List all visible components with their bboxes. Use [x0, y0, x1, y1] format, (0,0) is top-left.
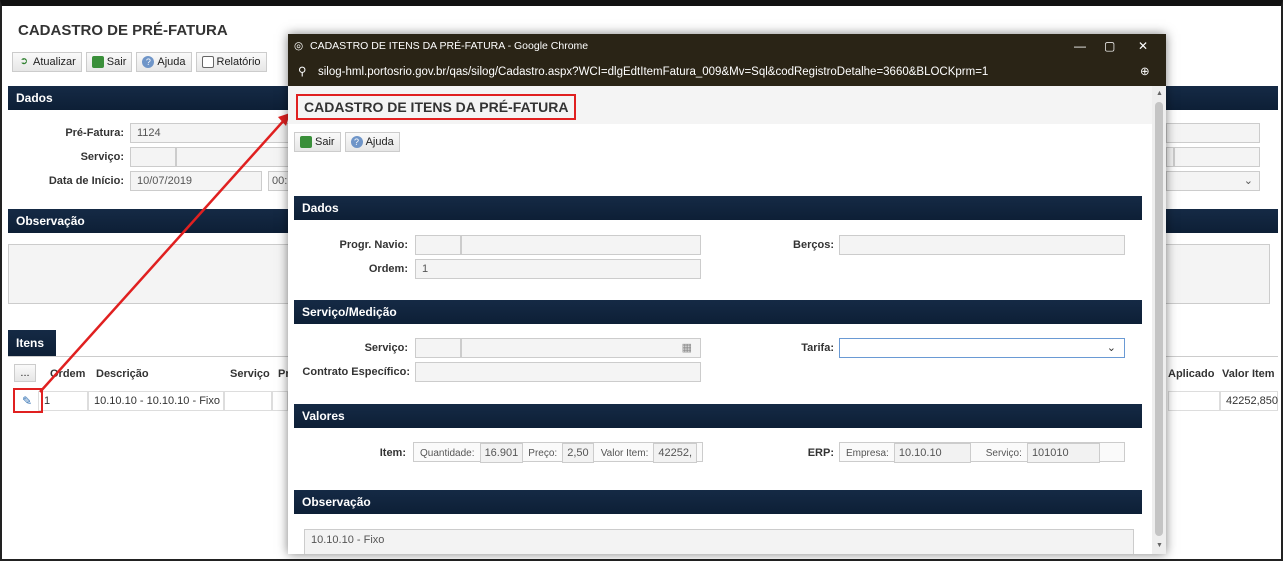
site-info-icon[interactable]: ⚲: [298, 58, 306, 86]
erp-servico-label: Serviço:: [985, 448, 1022, 459]
tarifa-label: Tarifa:: [801, 342, 834, 354]
popup-help-button[interactable]: ? Ajuda: [344, 132, 400, 152]
item-group: Quantidade: 16.901 Preço: 2,50 Valor Ite…: [413, 442, 703, 463]
scroll-up-icon[interactable]: ▲: [1156, 90, 1163, 97]
popup-title: CADASTRO DE ITENS DA PRÉ-FATURA: [296, 94, 577, 120]
popup-exit-button[interactable]: Sair: [294, 132, 341, 152]
erp-servico-field[interactable]: 101010: [1026, 443, 1100, 463]
preco-field[interactable]: 2,50: [562, 443, 594, 463]
chevron-down-icon: ⌄: [1106, 342, 1116, 354]
popup-servico-label: Serviço:: [364, 342, 408, 354]
popup-observacao-textarea[interactable]: 10.10.10 - Fixo: [304, 529, 1134, 554]
bercos-label: Berços:: [793, 239, 834, 251]
popup-content: CADASTRO DE ITENS DA PRÉ-FATURA Sair ? Aj…: [288, 86, 1152, 554]
empresa-label: Empresa:: [846, 448, 889, 459]
prog-navio-code-field[interactable]: [415, 235, 461, 255]
minimize-icon[interactable]: —: [1074, 34, 1086, 58]
popup-section-dados: Dados: [294, 196, 1142, 220]
valor-item-label: Valor Item:: [600, 448, 649, 459]
maximize-icon[interactable]: ▢: [1104, 34, 1115, 58]
chrome-title-bar: ◎ CADASTRO DE ITENS DA PRÉ-FATURA - Goog…: [288, 34, 1166, 58]
contrato-label: Contrato Específico:: [302, 366, 410, 378]
help-icon: ?: [350, 136, 363, 148]
popup-servico-code-field[interactable]: [415, 338, 461, 358]
address-bar[interactable]: ⚲ silog-hml.portosrio.gov.br/qas/silog/C…: [288, 58, 1166, 86]
popup-section-valores: Valores: [294, 404, 1142, 428]
preco-label: Preço:: [528, 448, 558, 459]
erp-label: ERP:: [807, 447, 834, 459]
tarifa-select[interactable]: ⌄: [839, 338, 1125, 358]
quantidade-field[interactable]: 16.901: [479, 443, 524, 463]
ordem-label: Ordem:: [368, 263, 408, 275]
exit-icon: [300, 136, 312, 148]
chrome-icon: ◎: [294, 40, 304, 52]
popup-section-observacao: Observação: [294, 490, 1142, 514]
empresa-field[interactable]: 10.10.10: [893, 443, 971, 463]
popup-section-servico: Serviço/Medição: [294, 300, 1142, 324]
close-icon[interactable]: ✕: [1138, 34, 1148, 58]
scroll-down-icon[interactable]: ▼: [1156, 542, 1163, 549]
popup-window: ◎ CADASTRO DE ITENS DA PRÉ-FATURA - Goog…: [288, 34, 1166, 554]
lookup-icon[interactable]: ▦: [682, 342, 692, 354]
scrollbar-thumb[interactable]: [1155, 102, 1163, 536]
ordem-field[interactable]: 1: [415, 259, 701, 279]
popup-servico-desc-field[interactable]: ▦: [461, 338, 701, 358]
zoom-icon[interactable]: ⊕: [1140, 58, 1150, 86]
prog-navio-label: Progr. Navio:: [339, 239, 408, 251]
bercos-field[interactable]: [839, 235, 1125, 255]
valor-item-field[interactable]: 42252,: [653, 443, 698, 463]
item-label: Item:: [379, 447, 406, 459]
contrato-field[interactable]: [415, 362, 701, 382]
quantidade-label: Quantidade:: [420, 448, 475, 459]
popup-toolbar: Sair ? Ajuda: [294, 132, 400, 152]
erp-group: Empresa: 10.10.10 Serviço: 101010: [839, 442, 1125, 463]
prog-navio-desc-field[interactable]: [461, 235, 701, 255]
